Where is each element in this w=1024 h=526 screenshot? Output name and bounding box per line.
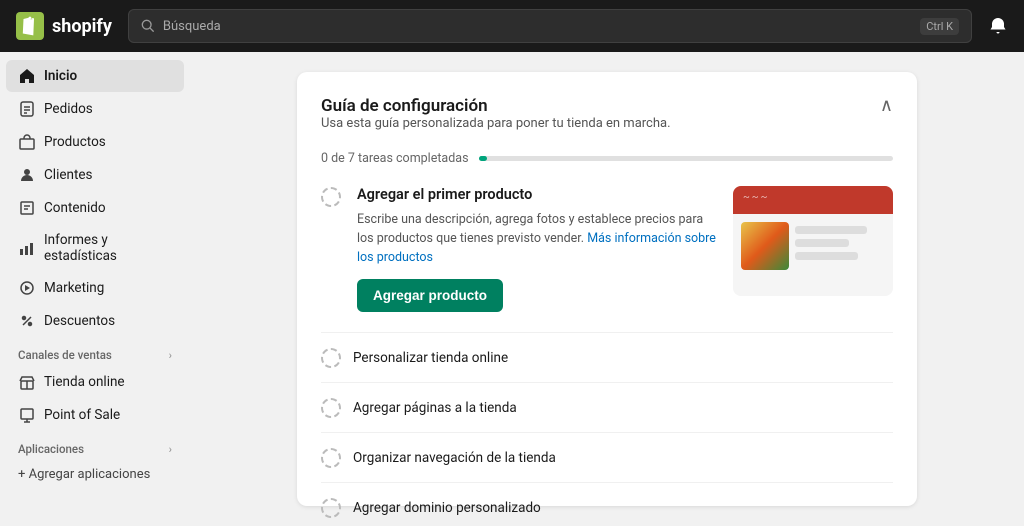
sidebar-item-contenido[interactable]: Contenido	[6, 192, 184, 224]
sales-channels-section[interactable]: Canales de ventas ›	[0, 338, 190, 366]
sidebar-label-pos: Point of Sale	[44, 407, 120, 423]
header: shopify Búsqueda Ctrl K	[0, 0, 1024, 52]
task-label-personalizar: Personalizar tienda online	[353, 350, 508, 366]
guide-card: Guía de configuración Usa esta guía pers…	[297, 72, 917, 506]
featured-task: Agregar el primer producto Escribe una d…	[321, 186, 893, 312]
task-item-personalizar[interactable]: Personalizar tienda online	[321, 332, 893, 382]
progress-bar-bg	[479, 156, 893, 161]
logo-text: shopify	[52, 16, 112, 37]
task-item-agregar-paginas[interactable]: Agregar páginas a la tienda	[321, 382, 893, 432]
reports-icon	[18, 239, 36, 257]
progress-label: 0 de 7 tareas completadas	[321, 151, 469, 166]
task-label-dominio: Agregar dominio personalizado	[353, 500, 541, 516]
task-item-organizar-nav[interactable]: Organizar navegación de la tienda	[321, 432, 893, 482]
pos-icon	[18, 406, 36, 424]
sidebar-item-inicio[interactable]: Inicio	[6, 60, 184, 92]
add-product-button-label: Agregar producto	[373, 288, 487, 303]
progress-row: 0 de 7 tareas completadas	[321, 151, 893, 166]
collapse-guide-button[interactable]: ∧	[880, 96, 893, 114]
sidebar-label-inicio: Inicio	[44, 68, 77, 84]
image-top-bar	[733, 186, 893, 214]
sidebar-label-informes: Informes y estadísticas	[44, 232, 172, 264]
sidebar-item-point-of-sale[interactable]: Point of Sale	[6, 399, 184, 431]
main-content: Guía de configuración Usa esta guía pers…	[190, 52, 1024, 526]
featured-task-content: Agregar el primer producto Escribe una d…	[357, 186, 717, 312]
sales-channels-chevron: ›	[169, 349, 172, 362]
sidebar-label-descuentos: Descuentos	[44, 313, 115, 329]
search-icon	[141, 19, 155, 33]
notification-bell[interactable]	[988, 16, 1008, 36]
marketing-icon	[18, 279, 36, 297]
sidebar-item-productos[interactable]: Productos	[6, 126, 184, 158]
sidebar-label-productos: Productos	[44, 134, 106, 150]
featured-task-image	[733, 186, 893, 296]
featured-task-desc: Escribe una descripción, agrega fotos y …	[357, 211, 717, 267]
search-bar[interactable]: Búsqueda Ctrl K	[128, 9, 972, 43]
main-layout: Inicio Pedidos Productos	[0, 52, 1024, 526]
sidebar-label-contenido: Contenido	[44, 200, 106, 216]
search-placeholder: Búsqueda	[163, 19, 912, 34]
image-line-3	[795, 252, 858, 260]
search-shortcut: Ctrl K	[920, 18, 959, 35]
store-icon	[18, 373, 36, 391]
sidebar-item-informes[interactable]: Informes y estadísticas	[6, 225, 184, 271]
guide-subtitle: Usa esta guía personalizada para poner t…	[321, 116, 671, 131]
featured-task-checkbox[interactable]	[321, 187, 341, 207]
featured-task-title: Agregar el primer producto	[357, 186, 717, 203]
task-item-dominio[interactable]: Agregar dominio personalizado	[321, 482, 893, 526]
task-checkbox-organizar-nav[interactable]	[321, 448, 341, 468]
task-checkbox-dominio[interactable]	[321, 498, 341, 518]
logo: shopify	[16, 12, 112, 40]
sidebar-item-pedidos[interactable]: Pedidos	[6, 93, 184, 125]
apps-label: Aplicaciones	[18, 442, 84, 456]
image-line-1	[795, 226, 867, 234]
sidebar-label-clientes: Clientes	[44, 167, 93, 183]
content-icon	[18, 199, 36, 217]
task-list: Personalizar tienda online Agregar págin…	[321, 332, 893, 526]
products-icon	[18, 133, 36, 151]
apps-chevron: ›	[169, 443, 172, 456]
orders-icon	[18, 100, 36, 118]
add-apps-item[interactable]: + Agregar aplicaciones	[0, 460, 190, 489]
sidebar: Inicio Pedidos Productos	[0, 52, 190, 526]
sidebar-label-tienda-online: Tienda online	[44, 374, 125, 390]
apps-section[interactable]: Aplicaciones ›	[0, 432, 190, 460]
image-line-2	[795, 239, 849, 247]
progress-bar-fill	[479, 156, 487, 161]
home-icon	[18, 67, 36, 85]
discounts-icon	[18, 312, 36, 330]
image-card-area	[733, 214, 893, 278]
task-label-organizar-nav: Organizar navegación de la tienda	[353, 450, 556, 466]
sales-channels-label: Canales de ventas	[18, 348, 112, 362]
sidebar-item-descuentos[interactable]: Descuentos	[6, 305, 184, 337]
guide-title: Guía de configuración	[321, 96, 671, 116]
sidebar-label-pedidos: Pedidos	[44, 101, 93, 117]
sidebar-item-marketing[interactable]: Marketing	[6, 272, 184, 304]
add-apps-label: + Agregar aplicaciones	[18, 467, 150, 482]
sidebar-item-tienda-online[interactable]: Tienda online	[6, 366, 184, 398]
sidebar-item-clientes[interactable]: Clientes	[6, 159, 184, 191]
guide-header: Guía de configuración Usa esta guía pers…	[321, 96, 893, 145]
task-label-agregar-paginas: Agregar páginas a la tienda	[353, 400, 517, 416]
task-checkbox-agregar-paginas[interactable]	[321, 398, 341, 418]
image-lines	[795, 222, 885, 270]
add-product-button[interactable]: Agregar producto	[357, 279, 503, 312]
task-checkbox-personalizar[interactable]	[321, 348, 341, 368]
shopify-logo-icon	[16, 12, 44, 40]
image-product-square	[741, 222, 789, 270]
sidebar-label-marketing: Marketing	[44, 280, 104, 296]
clients-icon	[18, 166, 36, 184]
